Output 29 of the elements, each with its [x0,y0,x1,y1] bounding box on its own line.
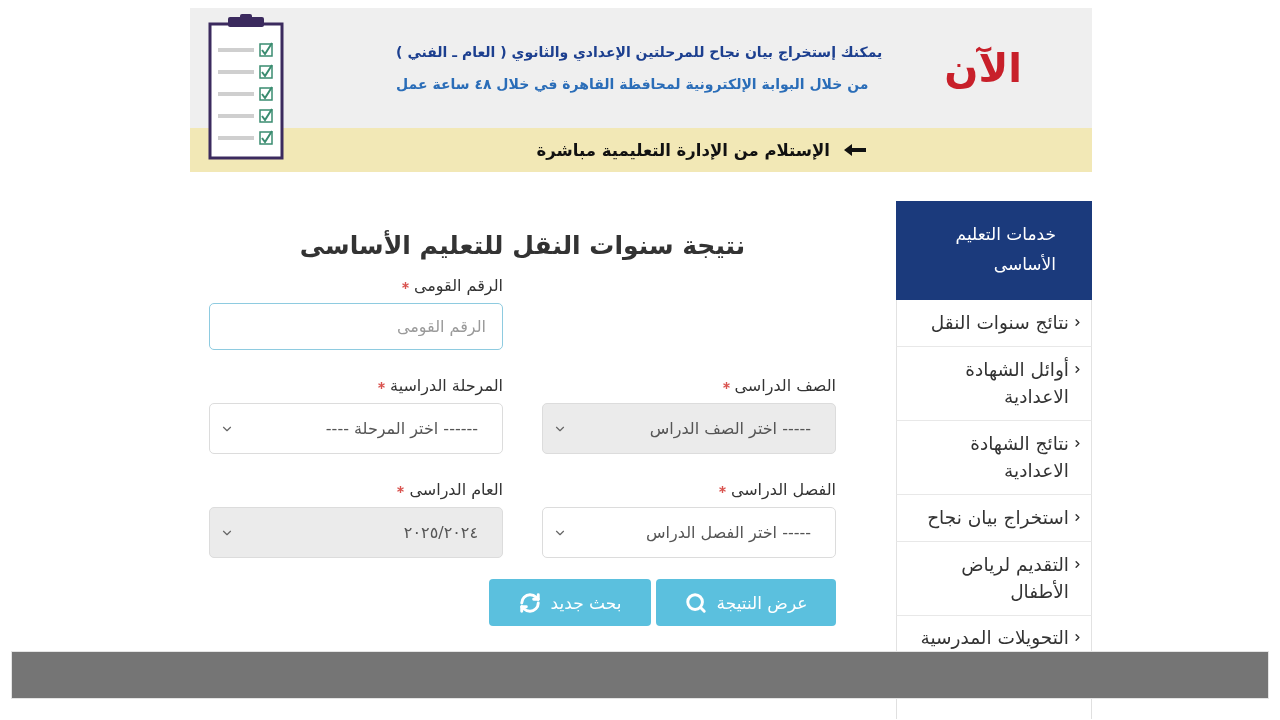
field-label: الرقم القومى [413,276,503,295]
sidebar-title: خدمات التعليم الأساسى [896,201,1092,300]
sidebar-link[interactable]: نتائج سنوات النقل [896,300,1092,347]
chevron-right-icon [1072,512,1083,523]
national-id-input[interactable]: الرقم القومى [209,303,503,350]
chevron-right-icon [1072,559,1083,570]
form-title: نتيجة سنوات النقل للتعليم الأساسى [298,231,747,260]
banner-text: من خلال البوابة الإلكترونية لمحافظة القاهرة في خلال ٤٨ ساعة عمل [396,76,869,92]
field-label: الفصل الدراسى [730,480,836,499]
banner-badge-text: الآن [944,45,1022,91]
sidebar-link[interactable]: التقديم لرياض الأطفال [896,542,1092,616]
chevron-right-icon [1072,317,1083,328]
sidebar-link[interactable]: أوائل الشهادة الاعدادية [896,347,1092,421]
dropdown-field[interactable]: ----- اختر الفصل الدراس [542,507,836,558]
field-label: العام الدراسى [409,480,503,499]
search-icon [684,591,707,614]
banner-text: يمكنك إستخراج بيان نجاح للمرحلتين الإعدادي والثانوي ( العام ـ الفني ) [396,44,883,60]
sidebar-link[interactable]: نتائج الشهادة الاعدادية [896,421,1092,495]
field-label: الصف الدراسى [734,376,836,395]
left-arrow-icon [844,144,866,156]
field-label: المرحلة الدراسية [390,376,503,395]
checklist-clipboard-icon [208,14,284,160]
chevron-right-icon [1072,364,1083,375]
sidebar-link[interactable]: استخراج بيان نجاح [896,495,1092,542]
refresh-icon [518,591,541,614]
chevron-right-icon [1072,632,1083,643]
chevron-right-icon [1072,438,1083,449]
banner-note: الإستلام من الإدارة التعليمية مباشرة [536,140,830,160]
dropdown-field[interactable]: ------ اختر المرحلة ---- [209,403,503,454]
